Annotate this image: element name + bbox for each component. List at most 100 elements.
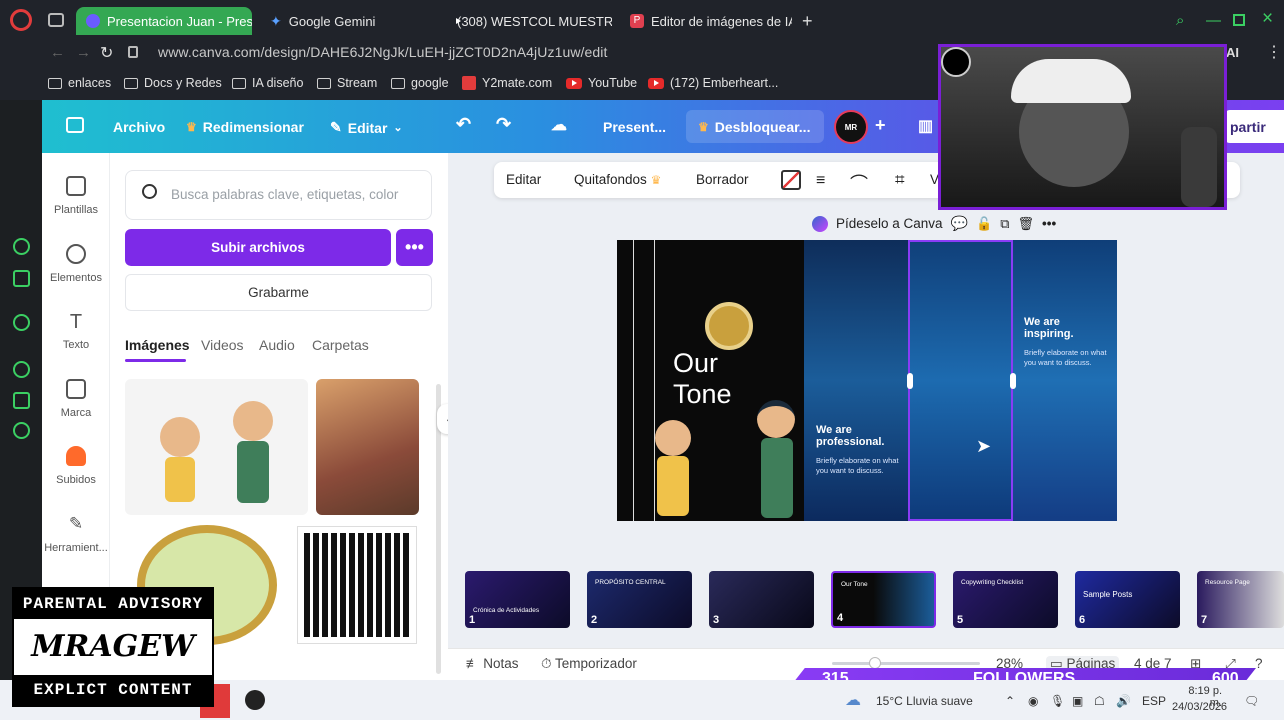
border-style-icon[interactable]: ≡ <box>816 172 825 190</box>
page-thumbnail-4-selected[interactable]: Our Tone 4 <box>831 571 936 628</box>
design-title[interactable]: Present... <box>603 119 666 135</box>
bookmark-label: (172) Emberheart... <box>670 76 779 90</box>
resize-handle-right[interactable] <box>1010 373 1016 389</box>
sidebar-games-icon[interactable] <box>13 270 30 287</box>
profile-label[interactable]: AI <box>1226 45 1239 60</box>
bookmark-google[interactable]: google <box>391 76 449 90</box>
upload-files-button[interactable]: Subir archivos <box>125 229 391 266</box>
zoom-slider[interactable] <box>832 662 980 665</box>
add-collaborator-icon[interactable]: + <box>875 115 886 136</box>
history-icon[interactable] <box>13 361 30 378</box>
bookmark-stream[interactable]: Stream <box>317 76 377 90</box>
comment-icon[interactable]: 💬 <box>951 215 968 232</box>
page-thumbnail-7[interactable]: Resource Page 7 <box>1197 571 1284 628</box>
maximize-icon[interactable] <box>1233 14 1245 26</box>
bg-remover-button[interactable]: Quitafondos ♛ <box>574 172 661 187</box>
new-tab-button[interactable]: + <box>802 11 813 32</box>
tab-imagenes[interactable]: Imágenes <box>125 337 190 353</box>
url-field[interactable]: www.canva.com/design/DAHE6J2NgJk/LuEH-jj… <box>158 44 608 60</box>
tray-volume-icon[interactable]: 🔊 <box>1116 694 1131 708</box>
analytics-icon[interactable]: ▥ <box>918 116 933 136</box>
settings-icon[interactable] <box>13 422 30 439</box>
tray-mic-icon[interactable]: 🎙 <box>1050 694 1065 708</box>
bookmark-youtube[interactable]: YouTube <box>566 76 637 90</box>
slide-blue-column-selected[interactable] <box>908 240 1013 521</box>
tray-lang[interactable]: ESP <box>1142 694 1166 708</box>
editar-menu[interactable]: ✎ Editar ⌄ <box>330 119 403 136</box>
tray-date[interactable]: 24/03/2026 <box>1172 701 1227 713</box>
more-options-button[interactable]: ••• <box>396 229 433 266</box>
page-thumbnail-2[interactable]: PROPÓSITO CENTRAL 2 <box>587 571 692 628</box>
corner-rounding-icon[interactable]: ⌒ <box>850 170 868 196</box>
tab-presentacion[interactable]: Presentacion Juan - Prese <box>76 7 252 35</box>
extensions-icon[interactable] <box>13 392 30 409</box>
bookmark-enlaces[interactable]: enlaces <box>48 76 111 90</box>
ask-canva-button[interactable]: Pídeselo a Canva <box>836 216 943 231</box>
tab-gemini[interactable]: ✦ Google Gemini <box>260 7 430 35</box>
cloud-sync-icon[interactable]: ☁ <box>551 115 567 135</box>
crop-icon[interactable]: ⌗ <box>895 170 905 190</box>
rail-marca[interactable]: Marca <box>42 379 110 419</box>
duplicate-icon[interactable]: ⧉ <box>1000 216 1009 232</box>
tab-westcol[interactable]: (308) WESTCOL MUESTR <box>440 7 612 35</box>
edit-image-button[interactable]: Editar <box>506 172 541 187</box>
bookmark-y2mate[interactable]: Y2mate.com <box>462 76 552 90</box>
redimensionar-button[interactable]: ♛ Redimensionar <box>186 119 304 135</box>
bookmark-ia[interactable]: IA diseño <box>232 76 303 90</box>
bookmark-emberheart[interactable]: (172) Emberheart... <box>648 76 778 90</box>
whatsapp-icon[interactable] <box>13 314 30 331</box>
avatar[interactable]: MR <box>834 110 868 144</box>
timer-button[interactable]: ⏱ Temporizador <box>541 656 637 672</box>
upload-image-kids[interactable] <box>125 379 308 515</box>
undo-icon[interactable]: ↶ <box>456 114 471 135</box>
bookmark-docs[interactable]: Docs y Redes <box>124 76 222 90</box>
page-thumbnail-6[interactable]: Sample Posts 6 <box>1075 571 1180 628</box>
tab-audio[interactable]: Audio <box>259 337 295 353</box>
rail-herramientas[interactable]: ✎ Herramient... <box>42 514 110 554</box>
forward-icon[interactable]: → <box>76 44 91 61</box>
close-icon[interactable]: × <box>1262 8 1273 30</box>
tab-carpetas[interactable]: Carpetas <box>312 337 369 353</box>
help-icon[interactable]: ? <box>1255 656 1263 671</box>
redo-icon[interactable]: ↷ <box>496 114 511 135</box>
resize-handle-left[interactable] <box>907 373 913 389</box>
page-thumbnail-5[interactable]: Copywriting Checklist 5 <box>953 571 1058 628</box>
search-icon[interactable]: ⌕ <box>1176 12 1184 29</box>
menu-icon[interactable]: ⋮ <box>1266 42 1282 62</box>
back-icon[interactable]: ← <box>50 44 65 61</box>
opera-logo-icon[interactable] <box>10 9 32 31</box>
tab-videos[interactable]: Videos <box>201 337 244 353</box>
tray-chevron-icon[interactable]: ⌃ <box>1005 694 1015 708</box>
record-button[interactable]: Grabarme <box>125 274 432 311</box>
upload-image-classroom[interactable] <box>316 379 419 515</box>
tray-network-icon[interactable]: ☖ <box>1094 694 1105 708</box>
tab-editor-ia[interactable]: P Editor de imágenes de IA <box>620 7 792 35</box>
rail-texto[interactable]: T Texto <box>42 311 110 351</box>
reload-icon[interactable]: ↻ <box>100 43 113 63</box>
tab-list-icon[interactable] <box>48 13 64 27</box>
lock-icon[interactable] <box>128 46 138 58</box>
eraser-button[interactable]: Borrador <box>696 172 749 187</box>
lock-element-icon[interactable]: 🔓 <box>976 216 992 232</box>
upload-image-qr[interactable] <box>297 526 417 644</box>
rail-subidos[interactable]: Subidos <box>42 446 110 486</box>
more-icon[interactable]: ••• <box>1042 216 1056 231</box>
zoom-slider-thumb[interactable] <box>869 657 881 669</box>
page-thumbnail-1[interactable]: Crónica de Actividades 1 <box>465 571 570 628</box>
tray-app-icon[interactable]: ▣ <box>1072 694 1083 708</box>
taskbar-app-obs-icon[interactable] <box>245 690 265 710</box>
notes-button[interactable]: ≢ Notas <box>466 656 519 671</box>
archivo-menu[interactable]: Archivo <box>113 119 165 135</box>
delete-icon[interactable]: 🗑 <box>1018 216 1035 232</box>
weather-text[interactable]: 15°C Lluvia suave <box>876 694 973 708</box>
color-icon[interactable] <box>781 170 801 190</box>
tray-record-icon[interactable]: ◉ <box>1028 694 1038 708</box>
weather-icon[interactable]: ☁ <box>845 690 861 710</box>
sidebar-aria-icon[interactable] <box>13 238 30 255</box>
rail-plantillas[interactable]: Plantillas <box>42 176 110 216</box>
rail-elementos[interactable]: Elementos <box>42 244 110 284</box>
notifications-icon[interactable]: 🗨 <box>1244 694 1259 708</box>
minimize-icon[interactable]: — <box>1206 12 1221 29</box>
home-icon[interactable] <box>66 117 84 133</box>
page-thumbnail-3[interactable]: 3 <box>709 571 814 628</box>
